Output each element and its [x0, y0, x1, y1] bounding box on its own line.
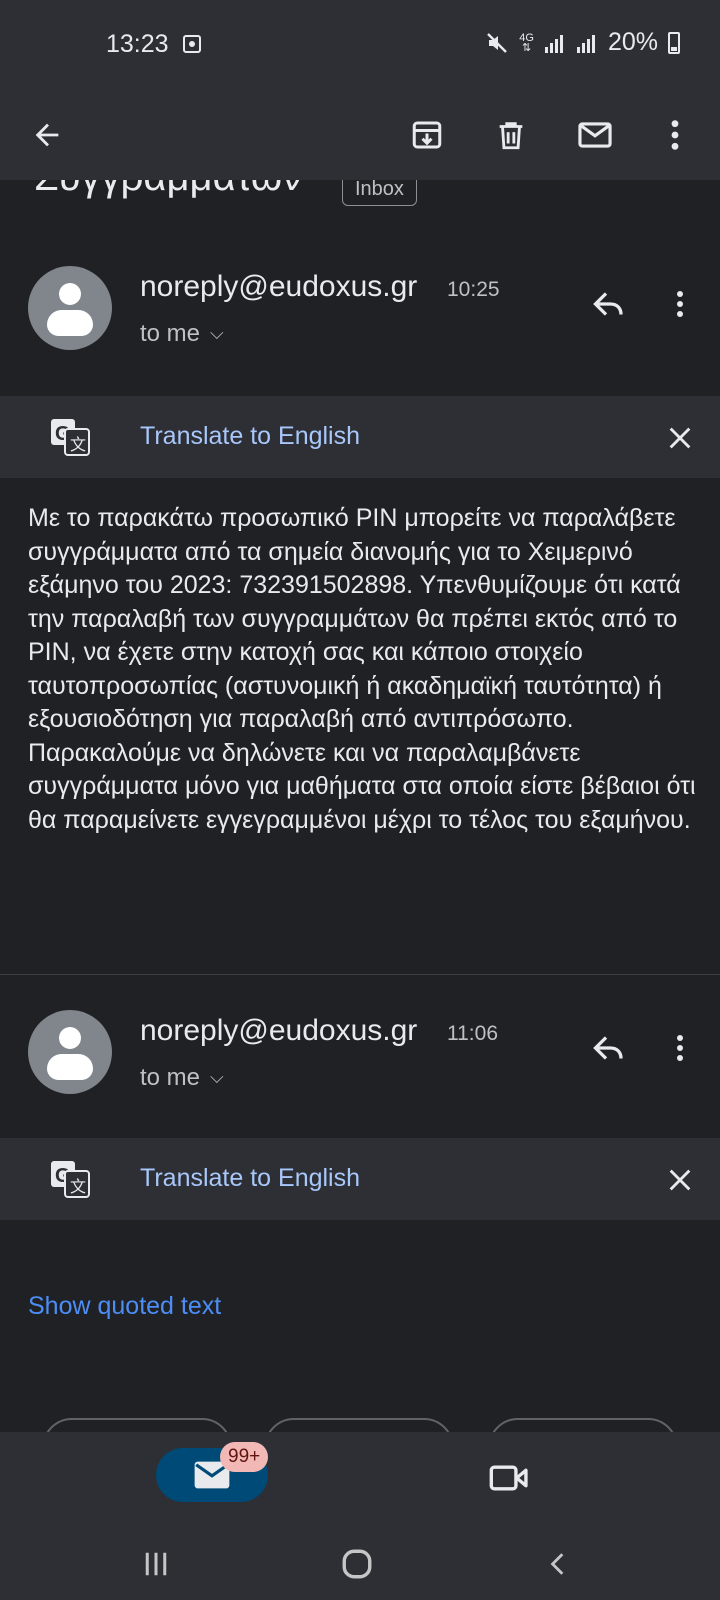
- message-time: 10:25: [447, 278, 500, 301]
- chevron-down-icon: ⌵: [210, 1067, 224, 1087]
- sender-name: noreply@eudoxus.gr: [140, 1014, 418, 1047]
- top-app-bar: [0, 90, 720, 180]
- message-more-button[interactable]: [660, 1024, 700, 1072]
- translate-bar: G 文 Translate to English: [0, 1138, 720, 1220]
- reply-button[interactable]: [585, 1024, 633, 1072]
- battery-icon: [668, 31, 680, 54]
- recent-apps-button[interactable]: [126, 1544, 186, 1584]
- message-header[interactable]: noreply@eudoxus.gr 11:06 to me ⌵: [0, 1010, 720, 1130]
- avatar-body: [47, 310, 93, 336]
- reply-button[interactable]: [585, 280, 633, 328]
- recipient-label: to me: [140, 1064, 201, 1091]
- delete-icon[interactable]: [486, 110, 536, 160]
- reply-icon: [593, 1036, 623, 1060]
- divider: [0, 974, 720, 975]
- chevron-down-icon: ⌵: [210, 323, 224, 343]
- translate-link[interactable]: Translate to English: [140, 422, 360, 451]
- status-icons: 4G ⇅ 20%: [485, 28, 680, 57]
- translate-bar: G 文 Translate to English: [0, 396, 720, 478]
- back-icon: [550, 1553, 564, 1575]
- unread-badge: 99+: [220, 1442, 269, 1472]
- more-vert-icon[interactable]: [650, 110, 700, 160]
- more-vert-icon: [677, 1035, 683, 1061]
- email-subject: Συγγραμματων: [34, 180, 302, 200]
- subject-area: Συγγραμματων Inbox: [0, 180, 720, 220]
- recipient-label: to me: [140, 320, 201, 347]
- translate-icon: G 文: [51, 419, 90, 456]
- recent-apps-icon: [145, 1552, 167, 1576]
- system-back-button[interactable]: [528, 1544, 588, 1584]
- avatar-head: [59, 283, 81, 305]
- video-camera-icon: [489, 1465, 528, 1491]
- message-body: Με το παρακάτω προσωπικό PIN μπορείτε να…: [28, 504, 696, 834]
- action-chips: [0, 1414, 720, 1434]
- svg-text:文: 文: [70, 435, 86, 454]
- close-icon[interactable]: [660, 1160, 700, 1200]
- back-arrow-icon[interactable]: [22, 110, 72, 160]
- network-label: 4G: [519, 31, 534, 44]
- avatar-head: [59, 1027, 81, 1049]
- status-bar: 13:23 4G ⇅ 20%: [0, 0, 720, 90]
- message-time: 11:06: [447, 1022, 498, 1045]
- home-button[interactable]: [327, 1544, 387, 1584]
- archive-icon[interactable]: [402, 110, 452, 160]
- inbox-label-chip[interactable]: Inbox: [342, 180, 417, 206]
- recipient-toggle[interactable]: to me ⌵: [140, 1064, 224, 1092]
- message-more-button[interactable]: [660, 280, 700, 328]
- screen-recorder-icon: [183, 35, 201, 53]
- avatar[interactable]: [28, 1010, 112, 1094]
- reply-icon: [593, 292, 623, 316]
- more-vert-icon: [677, 291, 683, 317]
- translate-icon: G 文: [51, 1161, 90, 1198]
- svg-text:文: 文: [70, 1177, 86, 1196]
- meet-tab[interactable]: [485, 1454, 533, 1502]
- signal-icon-2: [576, 34, 595, 53]
- battery-percent: 20%: [607, 28, 658, 56]
- close-icon[interactable]: [660, 418, 700, 458]
- network-type: 4G ⇅: [519, 31, 534, 54]
- mark-unread-icon[interactable]: [570, 110, 620, 160]
- show-quoted-text-link[interactable]: Show quoted text: [28, 1292, 221, 1321]
- status-time: 13:23: [106, 30, 169, 58]
- recipient-toggle[interactable]: to me ⌵: [140, 320, 224, 348]
- sender-name: noreply@eudoxus.gr: [140, 270, 418, 303]
- avatar-body: [47, 1054, 93, 1080]
- avatar[interactable]: [28, 266, 112, 350]
- bottom-navigation: 99+: [0, 1432, 720, 1600]
- home-icon: [342, 1549, 372, 1579]
- translate-link[interactable]: Translate to English: [140, 1164, 360, 1193]
- message-header[interactable]: noreply@eudoxus.gr 10:25 to me ⌵: [0, 266, 720, 386]
- mute-icon: [487, 32, 508, 53]
- signal-icon: [544, 34, 563, 53]
